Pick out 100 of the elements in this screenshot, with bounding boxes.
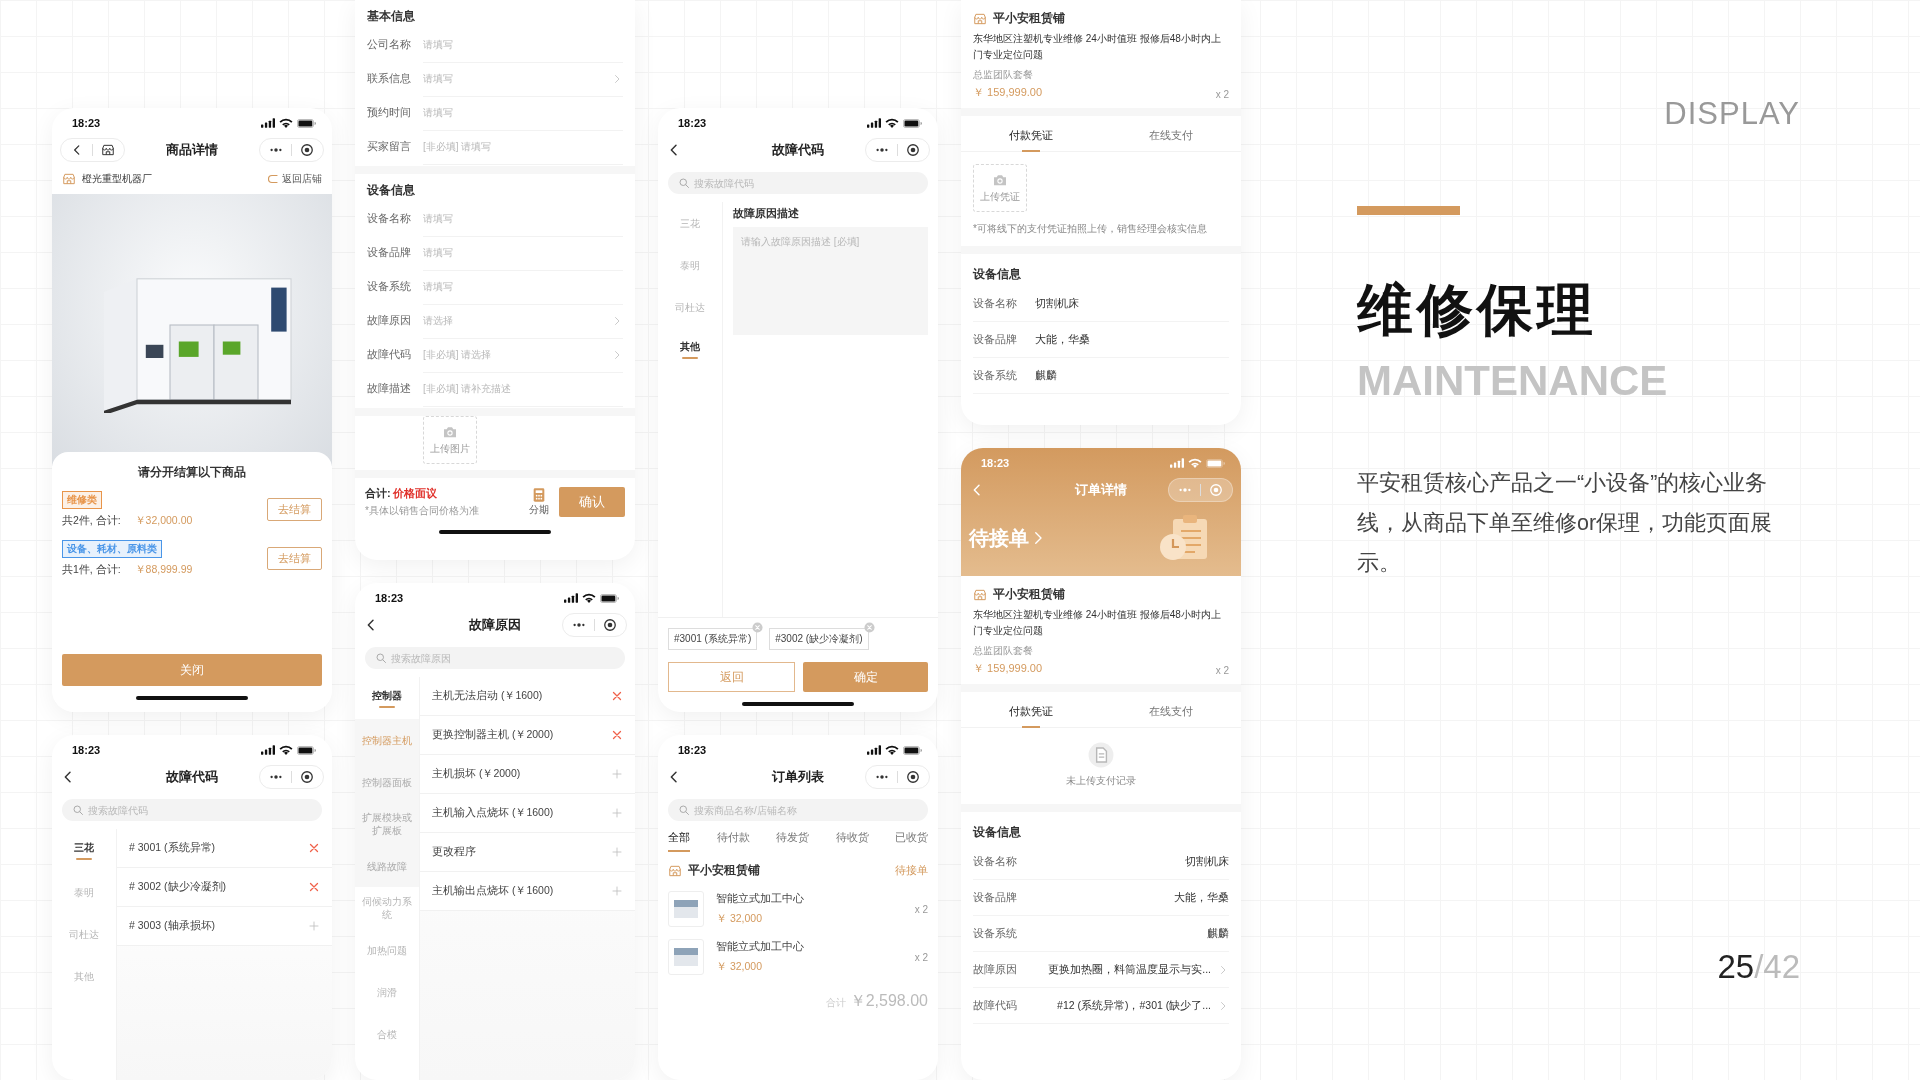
category-tag: 设备、耗材、原料类: [62, 540, 162, 558]
payment-tab[interactable]: 在线支付: [1101, 124, 1241, 151]
close-button[interactable]: 关闭: [62, 654, 322, 686]
battery-icon: [297, 118, 316, 128]
package-name: 总监团队套餐: [973, 644, 1034, 658]
status-time: 18:23: [678, 744, 707, 756]
shop-name: 平小安租赁铺: [993, 586, 1065, 603]
field-label: 买家留言: [367, 140, 412, 154]
product-price: ￥ 32,000: [716, 960, 764, 974]
status-time: 18:23: [678, 117, 707, 129]
section-label: DISPLAY: [1664, 96, 1800, 132]
target-icon[interactable]: [906, 143, 920, 157]
section-title: 设备信息: [973, 265, 1022, 283]
section-title: 设备信息: [367, 181, 416, 199]
page-title: 订单详情: [1075, 481, 1127, 499]
section-title: 基本信息: [367, 7, 416, 25]
field-label: 设备系统: [367, 280, 412, 294]
fault-option[interactable]: 更改程序: [432, 845, 476, 859]
confirm-button[interactable]: 确认: [559, 487, 625, 517]
info-value: 更换加热圈，料筒温度显示与实...: [1047, 962, 1211, 977]
field-label: 故障描述: [367, 382, 412, 396]
status-time: 18:23: [981, 457, 1010, 469]
shop-name: 平小安租赁铺: [993, 10, 1065, 27]
info-label: 故障代码: [973, 998, 1018, 1013]
store-icon[interactable]: [101, 143, 115, 157]
upload-photo-button[interactable]: 上传图片: [423, 416, 477, 464]
fault-option[interactable]: 主机损坏 (￥2000): [432, 767, 521, 781]
info-label: 设备系统: [973, 368, 1018, 383]
fault-option[interactable]: 主机无法启动 (￥1600): [432, 689, 543, 703]
form-field[interactable]: [非必填] 请补充描述: [423, 383, 623, 394]
field-label: 联系信息: [367, 72, 412, 86]
upload-receipt-button[interactable]: 上传凭证: [973, 164, 1027, 212]
total-amount: ￥2,598.00: [849, 991, 928, 1011]
remove-icon[interactable]: [611, 729, 623, 741]
checkout-button[interactable]: 去结算: [267, 547, 322, 570]
code-chip: #3002 (缺少冷凝剂): [769, 628, 869, 650]
fault-option[interactable]: 更换控制器主机 (￥2000): [432, 728, 554, 742]
store-icon: [973, 587, 987, 602]
info-label: 设备品牌: [973, 332, 1018, 347]
form-field[interactable]: 请选择: [423, 315, 611, 326]
page-title: 故障代码: [772, 141, 824, 159]
target-icon[interactable]: [603, 618, 617, 632]
field-label: 故障原因: [367, 314, 412, 328]
product-thumbnail: [668, 891, 704, 927]
remove-icon[interactable]: [308, 842, 320, 854]
page-title: 故障原因: [469, 616, 521, 634]
back-button[interactable]: 返回: [668, 662, 795, 692]
order-tab[interactable]: 待收货: [835, 831, 869, 852]
payment-tab[interactable]: 付款凭证: [961, 700, 1101, 727]
installment-button[interactable]: 分期: [529, 487, 549, 517]
search-icon: [72, 804, 84, 816]
status-time: 18:23: [72, 744, 101, 756]
return-to-shop-link[interactable]: 返回店铺: [267, 172, 322, 186]
category-tab[interactable]: 控制器: [355, 677, 419, 719]
remove-icon[interactable]: [611, 690, 623, 702]
info-value: 麒麟: [1206, 926, 1229, 941]
product-name: 智能立式加工中心: [716, 940, 805, 954]
checkout-button[interactable]: 去结算: [267, 498, 322, 521]
order-summary: 共1件, 合计:: [62, 563, 121, 577]
field-label: 预约时间: [367, 106, 412, 120]
calculator-icon: [531, 487, 547, 503]
wifi-icon: [582, 593, 596, 603]
store-icon: [62, 172, 76, 186]
order-tab[interactable]: 待付款: [716, 831, 750, 852]
store-icon: [973, 11, 987, 26]
signal-icon: [1170, 458, 1184, 468]
remove-icon[interactable]: [308, 881, 320, 893]
category-tab[interactable]: 其他: [658, 328, 722, 370]
field-label: 设备品牌: [367, 246, 412, 260]
target-icon[interactable]: [906, 770, 920, 784]
info-value: 麒麟: [1035, 368, 1058, 383]
info-label: 设备品牌: [973, 890, 1018, 905]
camera-icon: [442, 424, 458, 440]
payment-tab[interactable]: 付款凭证: [961, 124, 1101, 151]
page-title: 商品详情: [166, 141, 218, 159]
signal-icon: [867, 118, 881, 128]
page-number: 25: [1717, 948, 1755, 985]
category-tab[interactable]: 三花: [52, 829, 116, 871]
fault-option[interactable]: 主机输入点烧坏 (￥1600): [432, 806, 554, 820]
target-icon[interactable]: [300, 143, 314, 157]
package-price: ￥ 159,999.00: [973, 85, 1043, 100]
target-icon[interactable]: [300, 770, 314, 784]
info-label: 故障原因: [973, 962, 1018, 977]
confirm-button[interactable]: 确定: [803, 662, 928, 692]
description: 平安租赁核心产品之一“小设备”的核心业务线，从商品下单至维修or保理，功能页面展示。: [1357, 470, 1774, 577]
signal-icon: [564, 593, 578, 603]
fault-option[interactable]: # 3003 (轴承损坏): [129, 919, 216, 933]
page-total: /42: [1754, 948, 1800, 985]
form-field[interactable]: [非必填] 请选择: [423, 349, 611, 360]
order-tab[interactable]: 待发货: [776, 831, 809, 852]
heading: 维修保理: [1357, 277, 1598, 343]
quantity: x 2: [914, 903, 928, 915]
signal-icon: [867, 745, 881, 755]
fault-option[interactable]: # 3002 (缺少冷凝剂): [129, 880, 227, 894]
order-tab[interactable]: 全部: [668, 831, 690, 852]
order-tab[interactable]: 已收货: [895, 831, 928, 852]
signal-icon: [261, 118, 275, 128]
quantity: x 2: [1215, 89, 1229, 100]
payment-tab[interactable]: 在线支付: [1101, 700, 1241, 727]
fault-option[interactable]: # 3001 (系统异常): [129, 841, 216, 855]
